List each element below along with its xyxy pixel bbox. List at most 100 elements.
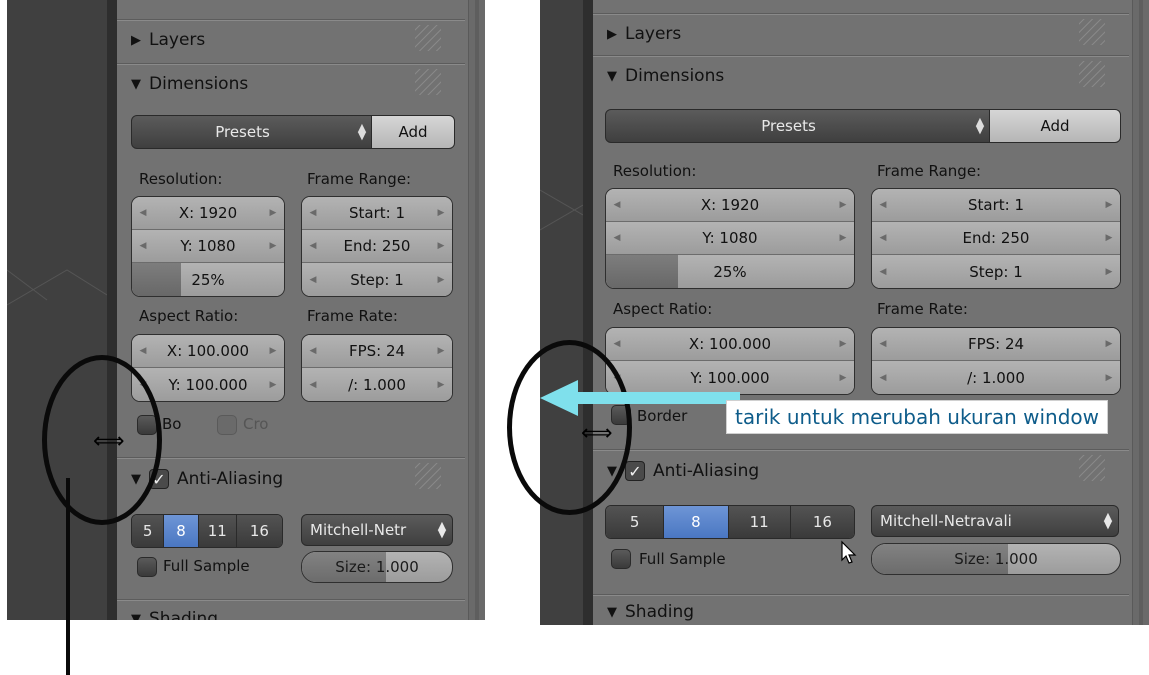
frame-step-field[interactable]: ◀ Step: 1 ▶: [872, 255, 1120, 288]
triangle-down-icon: ▼: [607, 604, 617, 620]
properties-panel: ▶ Layers ▼ Dimensions Presets ▲ ▼ Add Resol…: [117, 0, 485, 620]
shading-panel-header[interactable]: ▼ Shading: [593, 595, 1129, 625]
shading-label: Shading: [625, 602, 695, 622]
area-divider[interactable]: [583, 0, 593, 625]
filter-label: Mitchell-Netravali: [880, 512, 1012, 530]
presets-add-button[interactable]: Add: [371, 116, 454, 148]
aa-sample-16[interactable]: 16: [236, 515, 282, 547]
resolution-label: Resolution:: [139, 170, 223, 188]
panel-scrollbar[interactable]: [468, 0, 485, 620]
anti-aliasing-panel-header[interactable]: ▼ ✓ Anti-Aliasing: [117, 458, 465, 503]
aa-filter-dropdown[interactable]: Mitchell-Netravali ▲ ▼: [871, 505, 1119, 537]
resolution-x-field[interactable]: ◀ X: 1920 ▶: [606, 189, 854, 222]
drag-grip-icon[interactable]: [1079, 19, 1105, 45]
frame-range-label: Frame Range:: [877, 162, 982, 180]
dimensions-label: Dimensions: [625, 66, 725, 86]
aa-samples-selector[interactable]: 5 8 11 16: [131, 514, 283, 548]
arrow-left-icon: [540, 380, 740, 416]
anti-aliasing-panel-header[interactable]: ▼ ✓ Anti-Aliasing: [593, 450, 1129, 495]
aspect-x-field[interactable]: ◀ X: 100.000 ▶: [606, 328, 854, 361]
aa-size-slider[interactable]: Size: 1.000: [871, 543, 1121, 575]
crop-checkbox[interactable]: [217, 415, 237, 435]
resolution-x-field[interactable]: ◀ X: 1920 ▶: [132, 197, 284, 230]
triangle-down-icon: ▼: [607, 68, 617, 84]
mouse-pointer-icon: [841, 540, 857, 564]
3d-viewport[interactable]: [7, 0, 107, 620]
presets-label: Presets: [761, 117, 816, 135]
aa-sample-16[interactable]: 16: [790, 506, 854, 538]
fps-field[interactable]: ◀ FPS: 24 ▶: [872, 328, 1120, 361]
aa-filter-dropdown[interactable]: Mitchell-Netr ▲ ▼: [301, 514, 453, 546]
aa-sample-11[interactable]: 11: [728, 506, 791, 538]
resize-horizontal-cursor-icon: ⟺: [93, 429, 125, 454]
resolution-group: ◀ X: 1920 ▶ ◀ Y: 1080 ▶ 25%: [605, 188, 855, 289]
frame-range-group: ◀ Start: 1 ▶ ◀ End: 250 ▶ ◀ Step: 1 ▶: [301, 196, 453, 297]
aspect-y-field[interactable]: ◀ Y: 100.000 ▶: [132, 368, 284, 401]
fps-field[interactable]: ◀ FPS: 24 ▶: [302, 335, 452, 368]
presets-menu[interactable]: Presets ▲ ▼ Add: [131, 115, 455, 149]
triangle-down-icon: ▼: [131, 611, 141, 621]
panel-scrollbar[interactable]: [1132, 0, 1149, 625]
triangle-right-icon: ▶: [131, 32, 141, 48]
updown-arrow-icon: ▲ ▼: [437, 519, 447, 540]
aa-sample-8[interactable]: 8: [164, 515, 199, 547]
frame-start-field[interactable]: ◀ Start: 1 ▶: [872, 189, 1120, 222]
aa-size-slider[interactable]: Size: 1.000: [301, 551, 453, 583]
presets-menu[interactable]: Presets ▲ ▼ Add: [605, 109, 1121, 143]
layers-panel-header[interactable]: ▶ Layers: [593, 14, 1129, 55]
fps-base-field[interactable]: ◀/: 1.000 ▶: [872, 361, 1120, 394]
drag-grip-icon[interactable]: [1079, 61, 1105, 87]
area-divider[interactable]: [107, 0, 117, 620]
updown-arrow-icon: ▲ ▼: [357, 121, 367, 142]
left-screenshot: ▶ Layers ▼ Dimensions Presets ▲ ▼ Add Resol…: [7, 0, 485, 620]
resolution-label: Resolution:: [613, 162, 697, 180]
drag-grip-icon[interactable]: [415, 69, 441, 95]
aa-sample-5[interactable]: 5: [132, 515, 165, 547]
viewport-grid: [540, 189, 583, 231]
aa-sample-8[interactable]: 8: [664, 506, 729, 538]
3d-viewport[interactable]: [540, 0, 583, 625]
layers-panel-header[interactable]: ▶ Layers: [117, 20, 465, 61]
fps-base-field[interactable]: ◀/: 1.000 ▶: [302, 368, 452, 401]
frame-step-field[interactable]: ◀ Step: 1 ▶: [302, 263, 452, 296]
shading-panel-header[interactable]: ▼ Shading: [117, 600, 465, 620]
drag-grip-icon[interactable]: [1079, 455, 1105, 481]
crop-label: Cro: [243, 415, 269, 433]
full-sample-checkbox[interactable]: [611, 549, 631, 569]
resolution-percentage-slider[interactable]: 25%: [132, 263, 284, 296]
full-sample-label: Full Sample: [639, 550, 726, 568]
resize-horizontal-cursor-icon: ⟺: [581, 421, 613, 446]
updown-arrow-icon: ▲ ▼: [1103, 510, 1113, 531]
frame-start-field[interactable]: ◀ Start: 1 ▶: [302, 197, 452, 230]
aa-sample-11[interactable]: 11: [198, 515, 237, 547]
resolution-y-field[interactable]: ◀ Y: 1080 ▶: [132, 230, 284, 263]
right-screenshot: ▶ Layers ▼ Dimensions Presets ▲ ▼ Add Resol…: [540, 0, 1149, 625]
full-sample-checkbox[interactable]: [137, 557, 157, 577]
pointer-line: [66, 478, 70, 675]
anti-aliasing-label: Anti-Aliasing: [177, 469, 284, 489]
frame-end-field[interactable]: ◀ End: 250 ▶: [872, 222, 1120, 255]
dimensions-panel-header[interactable]: ▼ Dimensions: [593, 56, 1129, 97]
resolution-y-field[interactable]: ◀ Y: 1080 ▶: [606, 222, 854, 255]
frame-range-label: Frame Range:: [307, 170, 412, 188]
drag-grip-icon[interactable]: [415, 463, 441, 489]
aa-sample-5[interactable]: 5: [606, 506, 665, 538]
drag-grip-icon[interactable]: [415, 25, 441, 51]
aa-samples-selector[interactable]: 5 8 11 16: [605, 505, 855, 539]
presets-add-button[interactable]: Add: [989, 110, 1120, 142]
aspect-ratio-group: ◀ X: 100.000 ▶ ◀ Y: 100.000 ▶: [131, 334, 285, 402]
dimensions-panel-header[interactable]: ▼ Dimensions: [117, 64, 465, 105]
triangle-down-icon: ▼: [131, 76, 141, 92]
aspect-ratio-label: Aspect Ratio:: [139, 307, 239, 325]
anti-aliasing-checkbox[interactable]: ✓: [625, 461, 645, 481]
aspect-x-field[interactable]: ◀ X: 100.000 ▶: [132, 335, 284, 368]
frame-end-field[interactable]: ◀ End: 250 ▶: [302, 230, 452, 263]
filter-label: Mitchell-Netr: [310, 521, 407, 539]
frame-rate-group: ◀ FPS: 24 ▶ ◀/: 1.000 ▶: [301, 334, 453, 402]
layers-label: Layers: [625, 24, 682, 44]
resolution-percentage-slider[interactable]: 25%: [606, 255, 854, 288]
frame-range-group: ◀ Start: 1 ▶ ◀ End: 250 ▶ ◀ Step: 1 ▶: [871, 188, 1121, 289]
resolution-group: ◀ X: 1920 ▶ ◀ Y: 1080 ▶ 25%: [131, 196, 285, 297]
frame-rate-label: Frame Rate:: [877, 300, 968, 318]
aspect-ratio-label: Aspect Ratio:: [613, 300, 713, 318]
